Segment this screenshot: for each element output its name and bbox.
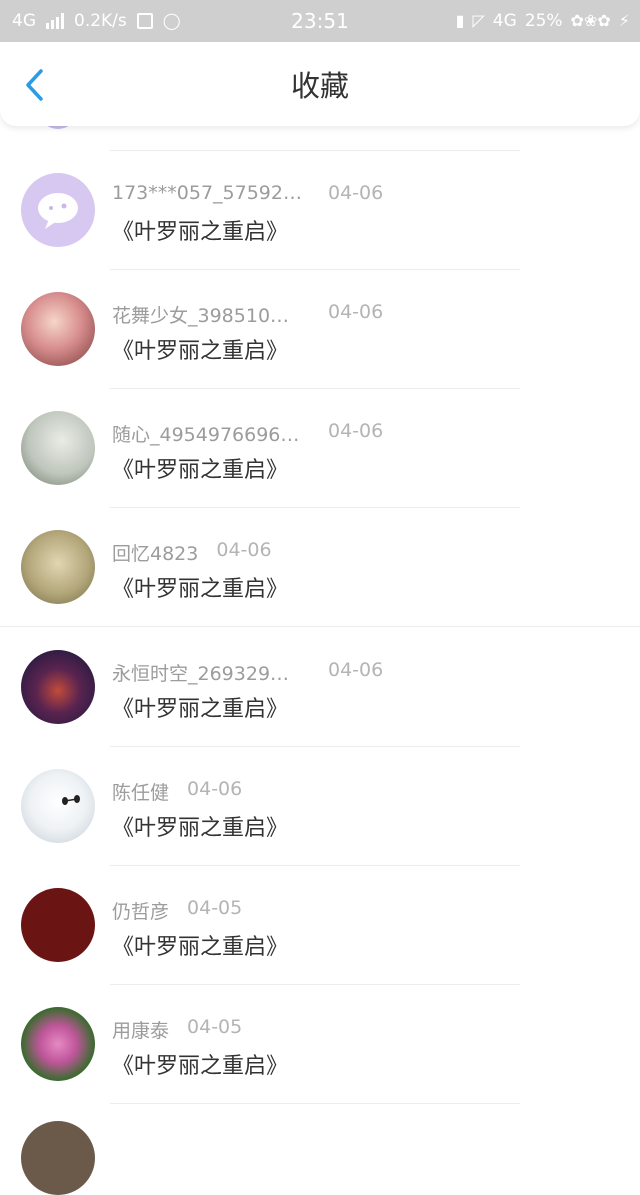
charging-icon: ⚡ <box>618 11 630 30</box>
avatar <box>21 650 95 724</box>
sim-icon: ▮ <box>455 11 465 30</box>
book-title: 《叶罗丽之重启》 <box>112 577 289 602</box>
avatar <box>21 292 95 366</box>
avatar <box>21 411 95 485</box>
date: 04-06 <box>328 182 384 204</box>
list-item[interactable]: 随心_4954976696… 04-06 《叶罗丽之重启》 <box>0 389 640 508</box>
app-header: 收藏 <box>0 42 640 126</box>
network-type-left: 4G <box>12 11 36 31</box>
name-line: 随心_4954976696… 04-06 <box>112 420 383 447</box>
network-speed: 0.2K/s <box>74 11 127 31</box>
name-line: 仍哲彦 04-05 <box>112 897 242 924</box>
network-type-right: 4G <box>492 11 517 31</box>
status-right: ▮ ◸ 4G 25% ✿❀✿ ⚡ <box>456 0 630 42</box>
date: 04-06 <box>328 420 384 442</box>
list-item[interactable]: 173***057_57592… 04-06 《叶罗丽之重启》 <box>0 151 640 270</box>
date: 04-06 <box>328 659 384 681</box>
user-name: 回忆4823 <box>112 543 199 565</box>
user-name: 173***057_57592… <box>112 182 302 204</box>
chevron-left-icon <box>26 69 43 101</box>
list-item[interactable]: 仍哲彦 04-05 《叶罗丽之重启》 <box>0 866 640 985</box>
message-icon <box>136 13 153 29</box>
book-title: 《叶罗丽之重启》 <box>112 220 289 245</box>
book-title: 《叶罗丽之重启》 <box>112 1054 289 1079</box>
page-title: 收藏 <box>290 69 349 103</box>
user-name: 仍哲彦 <box>112 901 170 923</box>
divider <box>110 1103 520 1104</box>
name-line: 陈任健 04-06 <box>112 778 242 805</box>
book-title: 《叶罗丽之重启》 <box>112 816 289 841</box>
flower-icon: ✿❀✿ <box>570 11 611 30</box>
face-icon <box>62 795 80 805</box>
user-name: 花舞少女_398510… <box>112 305 290 327</box>
name-line: 用康泰 04-05 <box>112 1016 242 1043</box>
book-title: 《叶罗丽之重启》 <box>112 339 289 364</box>
status-bar: 4G 0.2K/s ◯ 23:51 ▮ ◸ 4G 25% ✿❀✿ ⚡ <box>0 0 640 42</box>
name-line: 花舞少女_398510… 04-06 <box>112 301 383 328</box>
name-line: 回忆4823 04-06 <box>112 539 272 566</box>
list-item[interactable]: 用康泰 04-05 《叶罗丽之重启》 <box>0 985 640 1104</box>
signal-icon <box>46 13 64 29</box>
list-item[interactable]: 回忆4823 04-06 《叶罗丽之重启》 <box>0 508 640 627</box>
book-title: 《叶罗丽之重启》 <box>112 697 289 722</box>
book-title: 《叶罗丽之重启》 <box>112 458 289 483</box>
user-name: 用康泰 <box>112 1020 170 1042</box>
date: 04-05 <box>187 897 243 919</box>
back-button[interactable] <box>18 68 50 102</box>
user-name: 陈任健 <box>112 782 170 804</box>
avatar <box>21 173 95 247</box>
date: 04-06 <box>328 301 384 323</box>
date: 04-06 <box>187 778 243 800</box>
book-title: 《叶罗丽之重启》 <box>112 935 289 960</box>
list-item[interactable]: 永恒时空_269329… 04-06 《叶罗丽之重启》 <box>0 628 640 747</box>
list-item[interactable]: 陈任健 04-06 《叶罗丽之重启》 <box>0 747 640 866</box>
avatar <box>21 769 95 843</box>
date: 04-05 <box>187 1016 243 1038</box>
status-left: 4G 0.2K/s ◯ <box>12 0 181 42</box>
list-item[interactable]: 花舞少女_398510… 04-06 《叶罗丽之重启》 <box>0 270 640 389</box>
chat-bubble-icon <box>38 193 78 229</box>
avatar <box>21 530 95 604</box>
date: 04-06 <box>216 539 272 561</box>
user-name: 随心_4954976696… <box>112 424 300 446</box>
qq-icon: ◯ <box>162 11 181 30</box>
avatar <box>21 1007 95 1081</box>
clock: 23:51 <box>291 9 349 33</box>
avatar <box>21 888 95 962</box>
name-line: 永恒时空_269329… 04-06 <box>112 659 383 686</box>
user-name: 永恒时空_269329… <box>112 663 290 685</box>
name-line: 173***057_57592… 04-06 <box>112 182 383 204</box>
mute-icon: ◸ <box>472 11 485 30</box>
battery-level: 25% <box>524 11 563 31</box>
avatar <box>21 1121 95 1195</box>
divider <box>0 626 640 627</box>
